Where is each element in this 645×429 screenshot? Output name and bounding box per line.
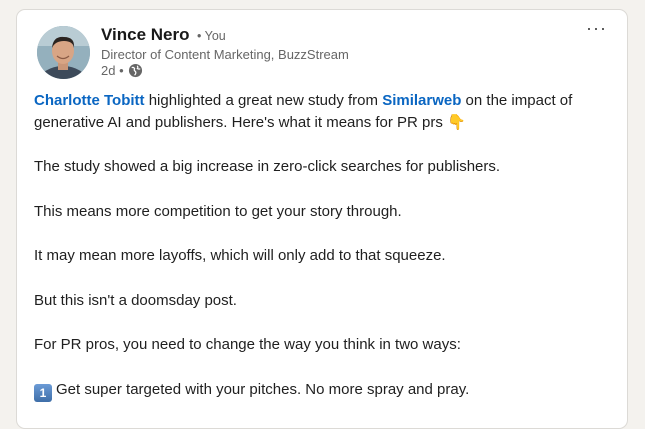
paragraph-4: But this isn't a doomsday post. (34, 291, 237, 309)
more-options-icon[interactable]: ··· (586, 19, 607, 37)
author-avatar[interactable] (37, 26, 90, 79)
paragraph-5: For PR pros, you need to change the way … (34, 336, 461, 353)
post-timestamp: 2d • (101, 63, 124, 78)
keycap-one-icon: 1 (34, 383, 52, 402)
list-item-1-text: Get super targeted with your pitches. No… (56, 380, 470, 398)
paragraph-1: The study showed a big increase in zero-… (34, 158, 501, 175)
post-body: Charlotte Tobitt highlighted a great new… (34, 90, 619, 402)
post-intro: Charlotte Tobitt highlighted a great new… (34, 90, 619, 133)
intro-text-1: highlighted a great new study from (144, 92, 383, 109)
author-title: Director of Content Marketing, BuzzStrea… (101, 47, 349, 62)
list-item-1: 1 Get super targeted with your pitches. N… (34, 379, 619, 402)
author-name[interactable]: Vince Nero (101, 25, 190, 45)
author-relation: • You (197, 29, 226, 43)
avatar-photo (37, 26, 90, 79)
post-meta: 2d • (101, 63, 143, 78)
mention-similarweb[interactable]: Similarweb (382, 92, 461, 109)
paragraph-2: This means more competition to get your … (34, 202, 402, 220)
post-card: Vince Nero • You Director of Content Mar… (16, 9, 628, 429)
mention-charlotte-tobitt[interactable]: Charlotte Tobitt (34, 92, 145, 109)
globe-icon (128, 63, 143, 78)
paragraph-3: It may mean more layoffs, which will onl… (34, 247, 446, 264)
